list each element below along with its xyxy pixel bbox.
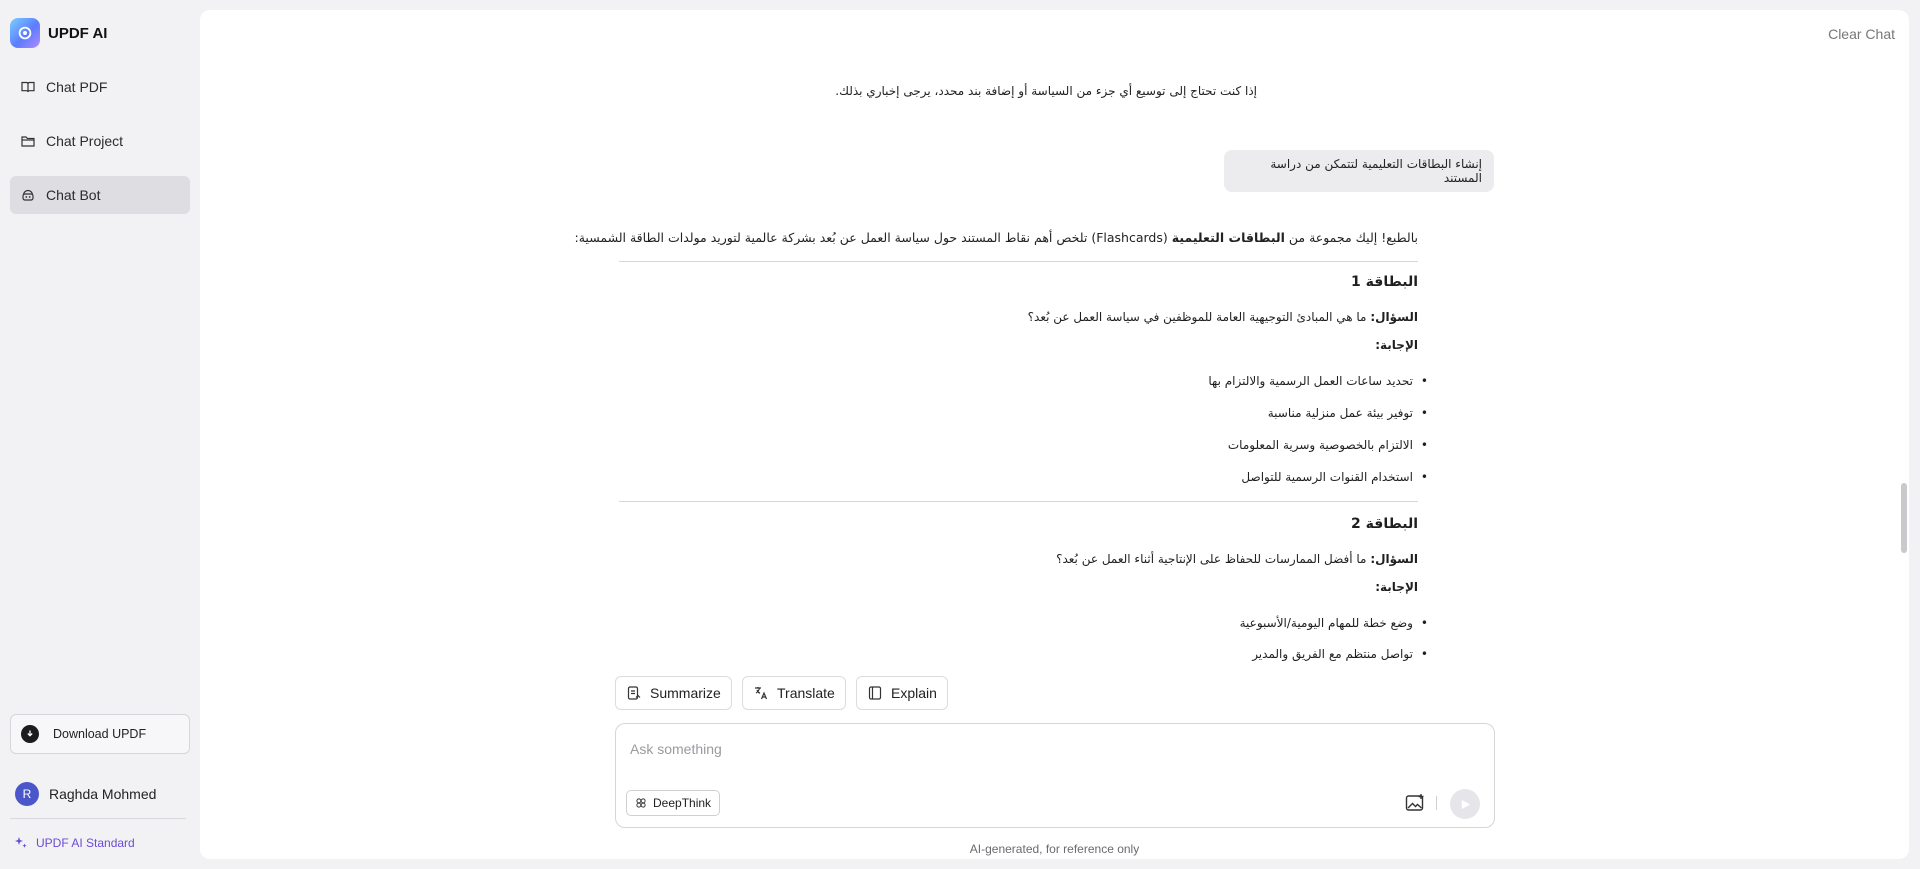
divider	[619, 501, 1418, 502]
previous-message-tail: إذا كنت تحتاج إلى توسيع أي جزء من السياس…	[835, 84, 1257, 98]
deepthink-toggle[interactable]: DeepThink	[626, 790, 721, 816]
sidebar-item-label: Chat Project	[46, 133, 124, 149]
list-item: توفير بيئة عمل منزلية مناسبة	[1268, 406, 1428, 420]
explain-button[interactable]: Explain	[856, 676, 948, 710]
summarize-label: Summarize	[650, 685, 721, 701]
user-name: Raghda Mohmed	[49, 786, 157, 802]
sidebar-divider	[10, 818, 186, 819]
question-label: السؤال:	[1370, 310, 1418, 324]
translate-button[interactable]: Translate	[742, 676, 846, 710]
card-title: البطاقة 1	[1351, 274, 1418, 290]
intro-text: بالطبع! إليك مجموعة من	[1284, 230, 1418, 245]
list-item: وضع خطة للمهام اليومية/الأسبوعية	[1240, 616, 1428, 630]
intro-text: (Flashcards) تلخص أهم نقاط المستند حول س…	[574, 230, 1172, 245]
question-label: السؤال:	[1370, 552, 1418, 566]
card-title: البطاقة 2	[1351, 516, 1418, 532]
user-profile[interactable]: R Raghda Mohmed	[15, 782, 156, 806]
ai-disclaimer: AI-generated, for reference only	[969, 842, 1140, 856]
list-item: استخدام القنوات الرسمية للتواصل	[1241, 470, 1428, 484]
chat-panel: Clear Chat إذا كنت تحتاج إلى توسيع أي جز…	[200, 10, 1909, 859]
user-message-bubble: إنشاء البطاقات التعليمية لتتمكن من دراسة…	[1224, 150, 1494, 192]
plan-label: UPDF AI Standard	[36, 836, 135, 850]
send-button[interactable]	[1450, 789, 1480, 819]
intro-bold-text: البطاقات التعليمية	[1171, 230, 1285, 245]
translate-icon	[755, 687, 768, 700]
chat-messages: إذا كنت تحتاج إلى توسيع أي جزء من السياس…	[200, 10, 1909, 670]
sidebar-item-chat-project[interactable]: Chat Project	[10, 122, 190, 160]
sparkle-icon	[15, 837, 27, 848]
scrollbar[interactable]	[1901, 483, 1907, 553]
input-divider	[1436, 796, 1437, 810]
list-item: تواصل منتظم مع الفريق والمدير	[1252, 647, 1428, 661]
book-icon	[21, 81, 35, 93]
download-updf-button[interactable]: Download UPDF	[10, 714, 190, 754]
deepthink-icon	[636, 798, 646, 808]
explain-book-icon	[868, 686, 882, 700]
divider	[619, 261, 1418, 262]
sidebar: UPDF AI Chat PDF Chat Project Chat Bot D…	[0, 0, 200, 869]
list-item: تحديد ساعات العمل الرسمية والالتزام بها	[1208, 374, 1428, 388]
summarize-button[interactable]: Summarize	[615, 676, 732, 710]
answer-label: الإجابة:	[1375, 338, 1418, 352]
updf-logo-icon	[10, 18, 40, 48]
plan-link[interactable]: UPDF AI Standard	[14, 836, 135, 850]
summarize-icon	[627, 686, 641, 700]
question-text: ما هي المبادئ التوجيهية العامة للموظفين …	[1027, 310, 1371, 324]
translate-label: Translate	[777, 685, 835, 701]
answer-label: الإجابة:	[1375, 580, 1418, 594]
brand-name: UPDF AI	[48, 24, 108, 42]
card-question: السؤال: ما أفضل الممارسات للحفاظ على الإ…	[1056, 552, 1418, 566]
avatar: R	[15, 782, 39, 806]
image-upload-icon[interactable]	[1404, 792, 1426, 814]
list-item: الالتزام بالخصوصية وسرية المعلومات	[1228, 438, 1428, 452]
send-icon	[1461, 799, 1470, 809]
brand: UPDF AI	[10, 18, 107, 48]
download-icon	[21, 725, 39, 743]
assistant-intro: بالطبع! إليك مجموعة من البطاقات التعليمي…	[575, 230, 1418, 245]
sidebar-item-chat-bot[interactable]: Chat Bot	[10, 176, 190, 214]
sidebar-item-label: Chat Bot	[46, 187, 101, 203]
folder-icon	[21, 136, 35, 147]
ask-input[interactable]	[630, 734, 1470, 764]
bot-icon	[22, 189, 34, 201]
download-label: Download UPDF	[53, 727, 147, 741]
explain-label: Explain	[891, 685, 937, 701]
chat-input-box: DeepThink	[615, 723, 1495, 828]
deepthink-label: DeepThink	[653, 796, 712, 810]
sidebar-item-chat-pdf[interactable]: Chat PDF	[10, 68, 190, 106]
card-question: السؤال: ما هي المبادئ التوجيهية العامة ل…	[1028, 310, 1418, 324]
sidebar-item-label: Chat PDF	[46, 79, 108, 95]
question-text: ما أفضل الممارسات للحفاظ على الإنتاجية أ…	[1056, 552, 1371, 566]
